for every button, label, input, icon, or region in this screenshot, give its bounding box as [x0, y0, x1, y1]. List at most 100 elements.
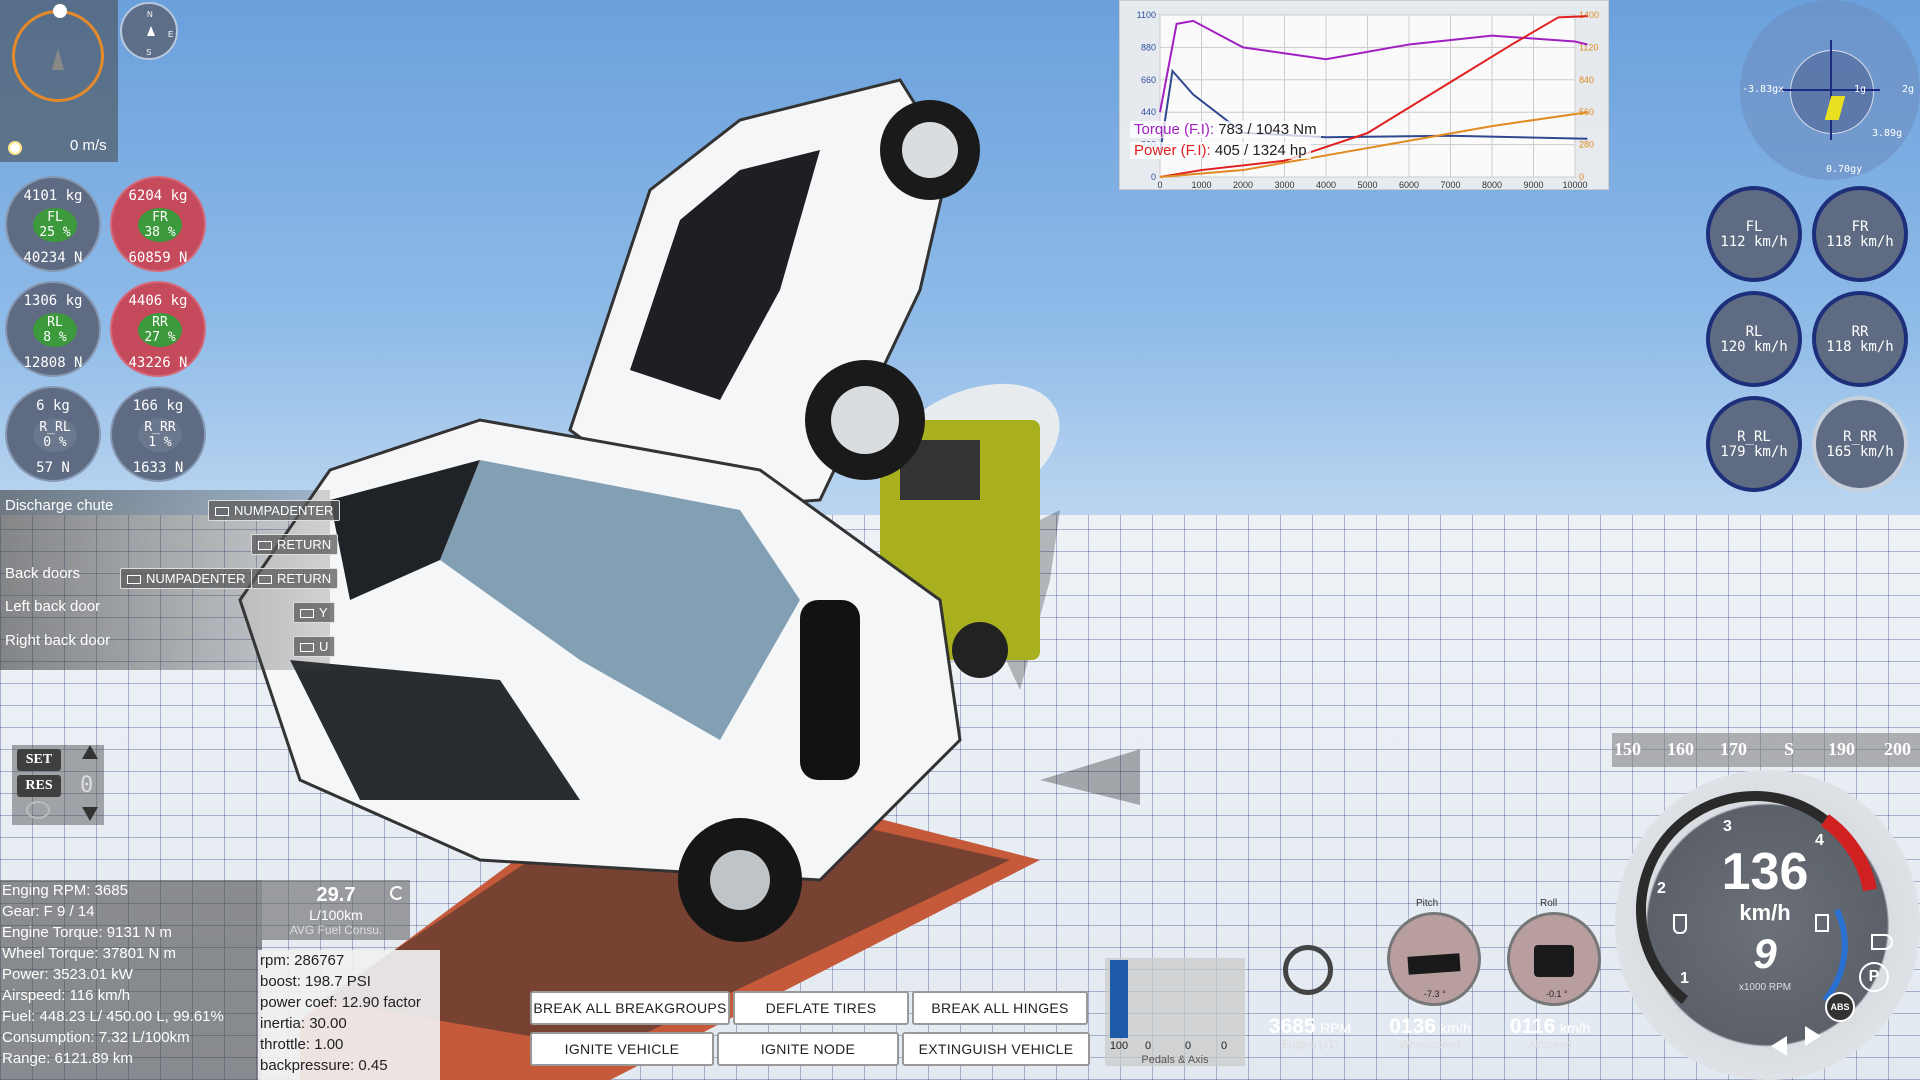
wheel-mass: 4101 kg	[23, 188, 83, 204]
tape-mark: 200	[1884, 739, 1911, 759]
y-left-tick-label: 660	[1141, 75, 1156, 85]
deflate-tires-button[interactable]: DEFLATE TIRES	[733, 991, 909, 1025]
steering-wheel-icon	[1283, 945, 1333, 995]
nav-speed: 0 m/s	[70, 137, 107, 154]
rpm-unit-label: x1000 RPM	[1738, 982, 1792, 993]
wheel-percent: 27 %	[144, 330, 176, 345]
wheel-speed-name: FL	[1745, 219, 1763, 235]
airspeed-label: Airspeed	[1528, 1039, 1572, 1051]
truck-side-icon	[1407, 953, 1461, 975]
power-value: 405 / 1324 hp	[1214, 142, 1307, 159]
right-back-door-key-u[interactable]: U	[293, 636, 336, 657]
wheel-speed-fr: FR 118 km/h	[1812, 186, 1908, 282]
g-force-meter: -3.83gx 1g 2g 3.89g 0.70gy	[1740, 0, 1920, 180]
reset-icon[interactable]	[390, 886, 404, 900]
keyboard-icon	[127, 575, 141, 585]
left-back-door-key-y[interactable]: Y	[293, 602, 335, 623]
turn-right-icon	[1805, 1026, 1821, 1046]
wheel-load-r_rl: 6 kg R_RL 0 % 57 N	[5, 386, 101, 482]
wheel-load-ratio: RL 8 %	[33, 313, 77, 347]
extinguish-vehicle-button[interactable]: EXTINGUISH VEHICLE	[902, 1032, 1090, 1066]
fuel-pump-icon	[1815, 914, 1829, 932]
cruise-up-icon[interactable]	[82, 745, 98, 759]
ignite-vehicle-button[interactable]: IGNITE VEHICLE	[530, 1032, 714, 1066]
compass-s-label: S	[146, 48, 152, 57]
key-label: NUMPADENTER	[234, 503, 334, 518]
keyboard-icon	[258, 575, 272, 585]
cruise-res-button[interactable]: RES	[17, 775, 61, 797]
turn-left-icon	[1771, 1036, 1787, 1056]
x-tick-label: 4000	[1316, 180, 1336, 190]
pitch-indicator: -7.3 °	[1387, 912, 1481, 1006]
wheel-speed-value: 179 km/h	[1720, 444, 1788, 460]
keyboard-icon	[300, 643, 314, 653]
roll-value: -0.1 °	[1546, 989, 1568, 999]
stat-line: Wheel Torque: 37801 N m	[2, 945, 176, 962]
left-back-door-label: Left back door	[5, 598, 101, 615]
power-label: Power (F.I):	[1134, 142, 1211, 159]
pedals-axis-widget: 100 0 0 0 Pedals & Axis	[1105, 958, 1245, 1066]
back-doors-label: Back doors	[5, 565, 81, 582]
debug-line: rpm: 286767	[260, 952, 345, 969]
break-all-breakgroups-button[interactable]: BREAK ALL BREAKGROUPS	[530, 991, 730, 1025]
key-label: RETURN	[277, 571, 332, 586]
break-all-hinges-button[interactable]: BREAK ALL HINGES	[912, 991, 1088, 1025]
wheel-speed-name: R_RL	[1737, 429, 1771, 445]
cruise-set-button[interactable]: SET	[17, 749, 61, 771]
discharge-chute-key-return[interactable]: RETURN	[251, 534, 339, 555]
back-doors-key-return[interactable]: RETURN	[251, 568, 339, 589]
parking-brake-icon: P	[1859, 962, 1889, 992]
y-right-tick-label: 0	[1579, 172, 1584, 182]
wheel-load-rr: 4406 kg RR 27 % 43226 N	[110, 281, 206, 377]
discharge-chute-key-numpadenter[interactable]: NUMPADENTER	[208, 500, 341, 521]
stat-line: Airspeed: 116 km/h	[2, 987, 131, 1004]
wheel-load-ratio: FL 25 %	[33, 208, 77, 242]
pedal-value-brake: 0	[1145, 1040, 1152, 1052]
wheel-mass: 6204 kg	[128, 188, 188, 204]
pedals-label: Pedals & Axis	[1141, 1054, 1209, 1066]
ignite-node-button[interactable]: IGNITE NODE	[717, 1032, 899, 1066]
tape-mark: 190	[1828, 739, 1855, 759]
y-right-tick-label: 840	[1579, 75, 1594, 85]
roll-label: Roll	[1540, 898, 1558, 909]
speed-unit: km/h	[1739, 900, 1791, 925]
wheel-speed-fl: FL 112 km/h	[1706, 186, 1802, 282]
wheel-mass: 1306 kg	[23, 293, 83, 309]
wheel-name: FR	[152, 210, 168, 225]
key-label: Y	[319, 605, 328, 620]
wheel-load-fl: 4101 kg FL 25 % 40234 N	[5, 176, 101, 272]
wheel-speed-name: R_RR	[1843, 429, 1877, 445]
x-tick-label: 9000	[1523, 180, 1543, 190]
wheel-percent: 1 %	[148, 435, 172, 450]
avg-fuel-widget: 29.7 L/100km AVG Fuel Consu.	[262, 880, 410, 940]
pedal-value-parking: 0	[1221, 1040, 1228, 1052]
wheel-name: R_RR	[144, 420, 176, 435]
debug-line: throttle: 1.00	[260, 1036, 344, 1053]
wheel-force: 43226 N	[128, 355, 188, 371]
key-label: RETURN	[277, 537, 332, 552]
wheel-load-fr: 6204 kg FR 38 % 60859 N	[110, 176, 206, 272]
discharge-chute-label: Discharge chute	[5, 497, 114, 514]
stat-line: Fuel: 448.23 L/ 450.00 L, 99.61%	[2, 1008, 224, 1025]
tape-mark: 170	[1720, 739, 1747, 759]
stat-line: Consumption: 7.32 L/100km	[2, 1029, 190, 1046]
keyboard-icon	[258, 541, 272, 551]
torque-readout: Torque (F.I): 783 / 1043 Nm	[1130, 121, 1321, 138]
wheel-force: 1633 N	[132, 460, 184, 476]
abs-icon: ABS	[1825, 992, 1855, 1022]
speed-slider-handle[interactable]	[8, 141, 22, 155]
wheel-load-ratio: FR 38 %	[138, 208, 182, 242]
g-mid: 1g	[1854, 84, 1867, 95]
x-tick-label: 3000	[1274, 180, 1294, 190]
wheel-name: RL	[47, 315, 63, 330]
stat-line: Range: 6121.89 km	[2, 1050, 133, 1067]
wheel-speed-value: 112 km/h	[1720, 234, 1788, 250]
wheel-mass: 4406 kg	[128, 293, 188, 309]
back-doors-key-numpadenter[interactable]: NUMPADENTER	[120, 568, 253, 589]
cruise-down-icon[interactable]	[82, 807, 98, 821]
stat-line: Engine Torque: 9131 N m	[2, 924, 172, 941]
headlight-icon	[1871, 934, 1893, 950]
wheel-name: FL	[47, 210, 63, 225]
wheel-load-ratio: RR 27 %	[138, 313, 182, 347]
debug-line: boost: 198.7 PSI	[260, 973, 371, 990]
